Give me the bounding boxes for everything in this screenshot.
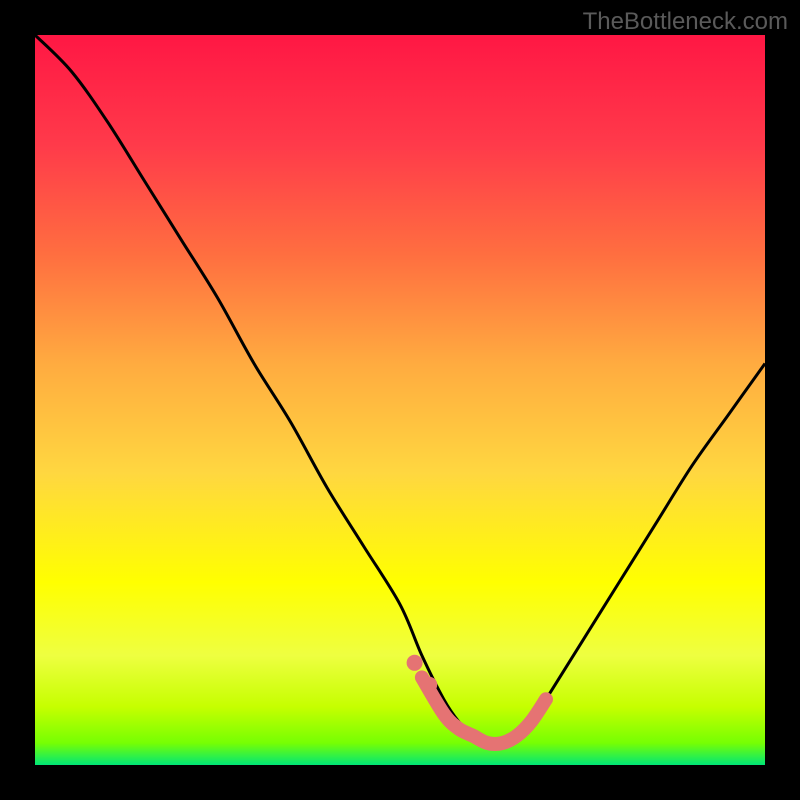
highlight-dot xyxy=(407,655,423,671)
highlight-dot xyxy=(421,677,437,693)
curve-layer xyxy=(35,35,765,765)
highlight-segment xyxy=(422,677,546,744)
chart-plot-area xyxy=(35,35,765,765)
watermark-text: TheBottleneck.com xyxy=(583,8,788,36)
bottleneck-curve xyxy=(35,35,765,744)
